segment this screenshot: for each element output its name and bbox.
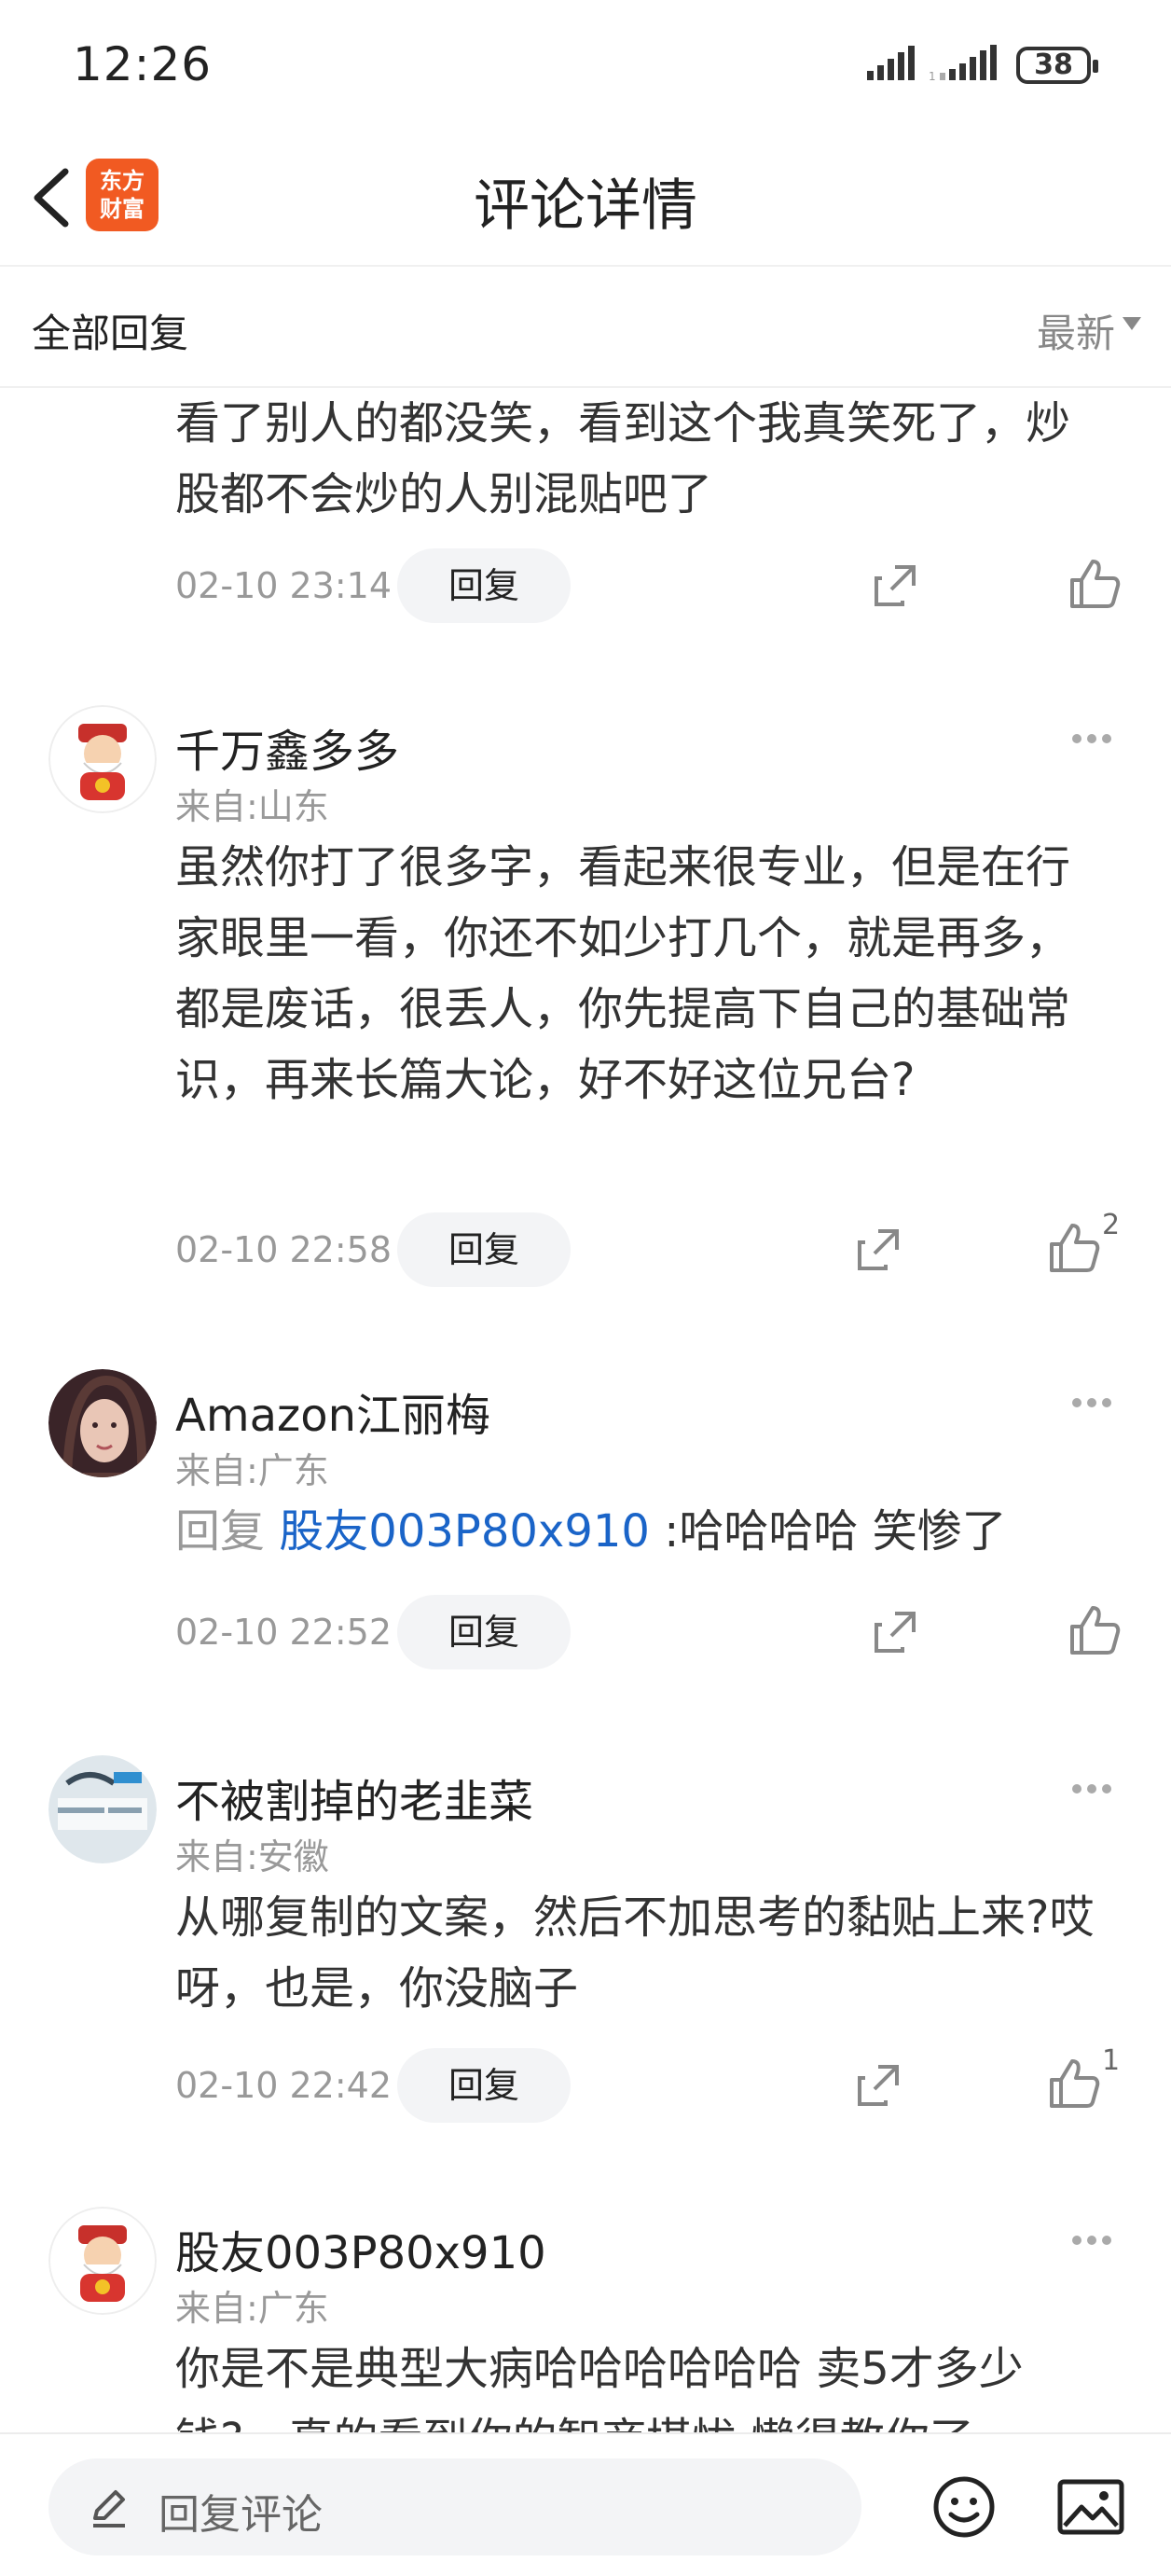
more-options-icon[interactable] (1072, 2231, 1128, 2250)
username[interactable]: 不被割掉的老韭菜 (175, 1765, 533, 1830)
reply-button[interactable]: 回复 (397, 2048, 571, 2123)
bottom-reply-bar: 回复评论 (0, 2432, 1171, 2576)
user-location: 来自:广东 (175, 2288, 329, 2329)
svg-text:1: 1 (929, 70, 936, 82)
username[interactable]: 千万鑫多多 (175, 714, 399, 780)
comment-item: 千万鑫多多 来自:山东 虽然你打了很多字，看起来很专业，但是在行家眼里一看，你还… (0, 705, 1171, 1302)
all-replies-label: 全部回复 (32, 311, 189, 356)
like-icon[interactable] (1067, 556, 1123, 612)
user-location: 来自:山东 (175, 786, 329, 827)
pencil-icon (93, 2490, 125, 2528)
image-icon[interactable] (1057, 2479, 1124, 2535)
comment-reply-line: 回复 股友003P80x910 :哈哈哈哈 笑惨了 (175, 1496, 1098, 1567)
like-icon[interactable] (1046, 2056, 1102, 2112)
more-options-icon[interactable] (1072, 1393, 1128, 1412)
username[interactable]: Amazon江丽梅 (175, 1378, 490, 1444)
comment-text: 你是不是典型大病哈哈哈哈哈哈 卖5才多少钱?。真的看到你的智商堪忧 懒得教你了 (175, 2343, 1024, 2432)
like-icon[interactable] (1046, 1220, 1102, 1276)
comment-item: 看了别人的都没笑，看到这个我真笑死了，炒股都不会炒的人别混贴吧了 02-10 2… (0, 388, 1171, 640)
comment-list[interactable]: 看了别人的都没笑，看到这个我真笑死了，炒股都不会炒的人别混贴吧了 02-10 2… (0, 388, 1171, 2432)
share-icon[interactable] (852, 2059, 904, 2112)
avatar[interactable] (48, 1369, 157, 1477)
comment-text: :哈哈哈哈 笑惨了 (664, 1505, 1007, 1558)
reply-placeholder: 回复评论 (158, 2491, 323, 2539)
reply-button[interactable]: 回复 (397, 548, 571, 623)
avatar[interactable] (48, 705, 157, 813)
avatar[interactable] (48, 2207, 157, 2315)
like-count: 1 (1102, 2044, 1121, 2077)
comment-text: 看了别人的都没笑，看到这个我真笑死了，炒股都不会炒的人别混贴吧了 (175, 397, 1071, 520)
signal-icon (867, 46, 915, 80)
share-icon[interactable] (852, 1224, 904, 1276)
comment-time: 02-10 22:58 (175, 1229, 393, 1270)
share-icon[interactable] (869, 560, 921, 612)
more-options-icon[interactable] (1072, 729, 1128, 748)
status-time: 12:26 (73, 37, 213, 91)
share-icon[interactable] (869, 1606, 921, 1658)
like-icon[interactable] (1067, 1602, 1123, 1658)
comment-item: 不被割掉的老韭菜 来自:安徽 从哪复制的文案，然后不加思考的黏贴上来?哎呀，也是… (0, 1755, 1171, 2147)
sort-bar: 全部回复 最新 (0, 267, 1171, 388)
caret-down-icon[interactable] (1123, 317, 1141, 330)
mention-link[interactable]: 股友003P80x910 (279, 1505, 650, 1558)
emoji-icon[interactable] (932, 2475, 996, 2539)
comment-time: 02-10 22:42 (175, 2065, 393, 2106)
reply-button[interactable]: 回复 (397, 1595, 571, 1669)
more-options-icon[interactable] (1072, 1780, 1128, 1798)
sort-dropdown[interactable]: 最新 (1037, 302, 1115, 359)
username[interactable]: 股友003P80x910 (175, 2216, 546, 2281)
avatar[interactable] (48, 1755, 157, 1863)
comment-item: 股友003P80x910 来自:广东 你是不是典型大病哈哈哈哈哈哈 卖5才多少钱… (0, 2207, 1171, 2432)
battery-indicator: 38 (1016, 47, 1098, 84)
page-title: 评论详情 (474, 173, 697, 239)
user-location: 来自:安徽 (175, 1836, 329, 1877)
like-count: 2 (1102, 1209, 1121, 1241)
app-header: 东方 财富 评论详情 (0, 131, 1171, 267)
reply-input[interactable]: 回复评论 (48, 2458, 861, 2555)
comment-text: 从哪复制的文案，然后不加思考的黏贴上来?哎呀，也是，你没脑子 (175, 1891, 1095, 2015)
status-bar: 12:26 1 38 (0, 0, 1171, 131)
comment-time: 02-10 23:14 (175, 565, 393, 606)
comment-time: 02-10 22:52 (175, 1612, 393, 1653)
comment-text: 虽然你打了很多字，看起来很专业，但是在行家眼里一看，你还不如少打几个，就是再多，… (175, 841, 1071, 1106)
reply-button[interactable]: 回复 (397, 1212, 571, 1287)
user-location: 来自:广东 (175, 1450, 329, 1491)
comment-item: Amazon江丽梅 来自:广东 回复 股友003P80x910 :哈哈哈哈 笑惨… (0, 1369, 1171, 1705)
signal-2-icon: 1 (929, 45, 997, 82)
reply-prefix: 回复 (175, 1505, 266, 1558)
